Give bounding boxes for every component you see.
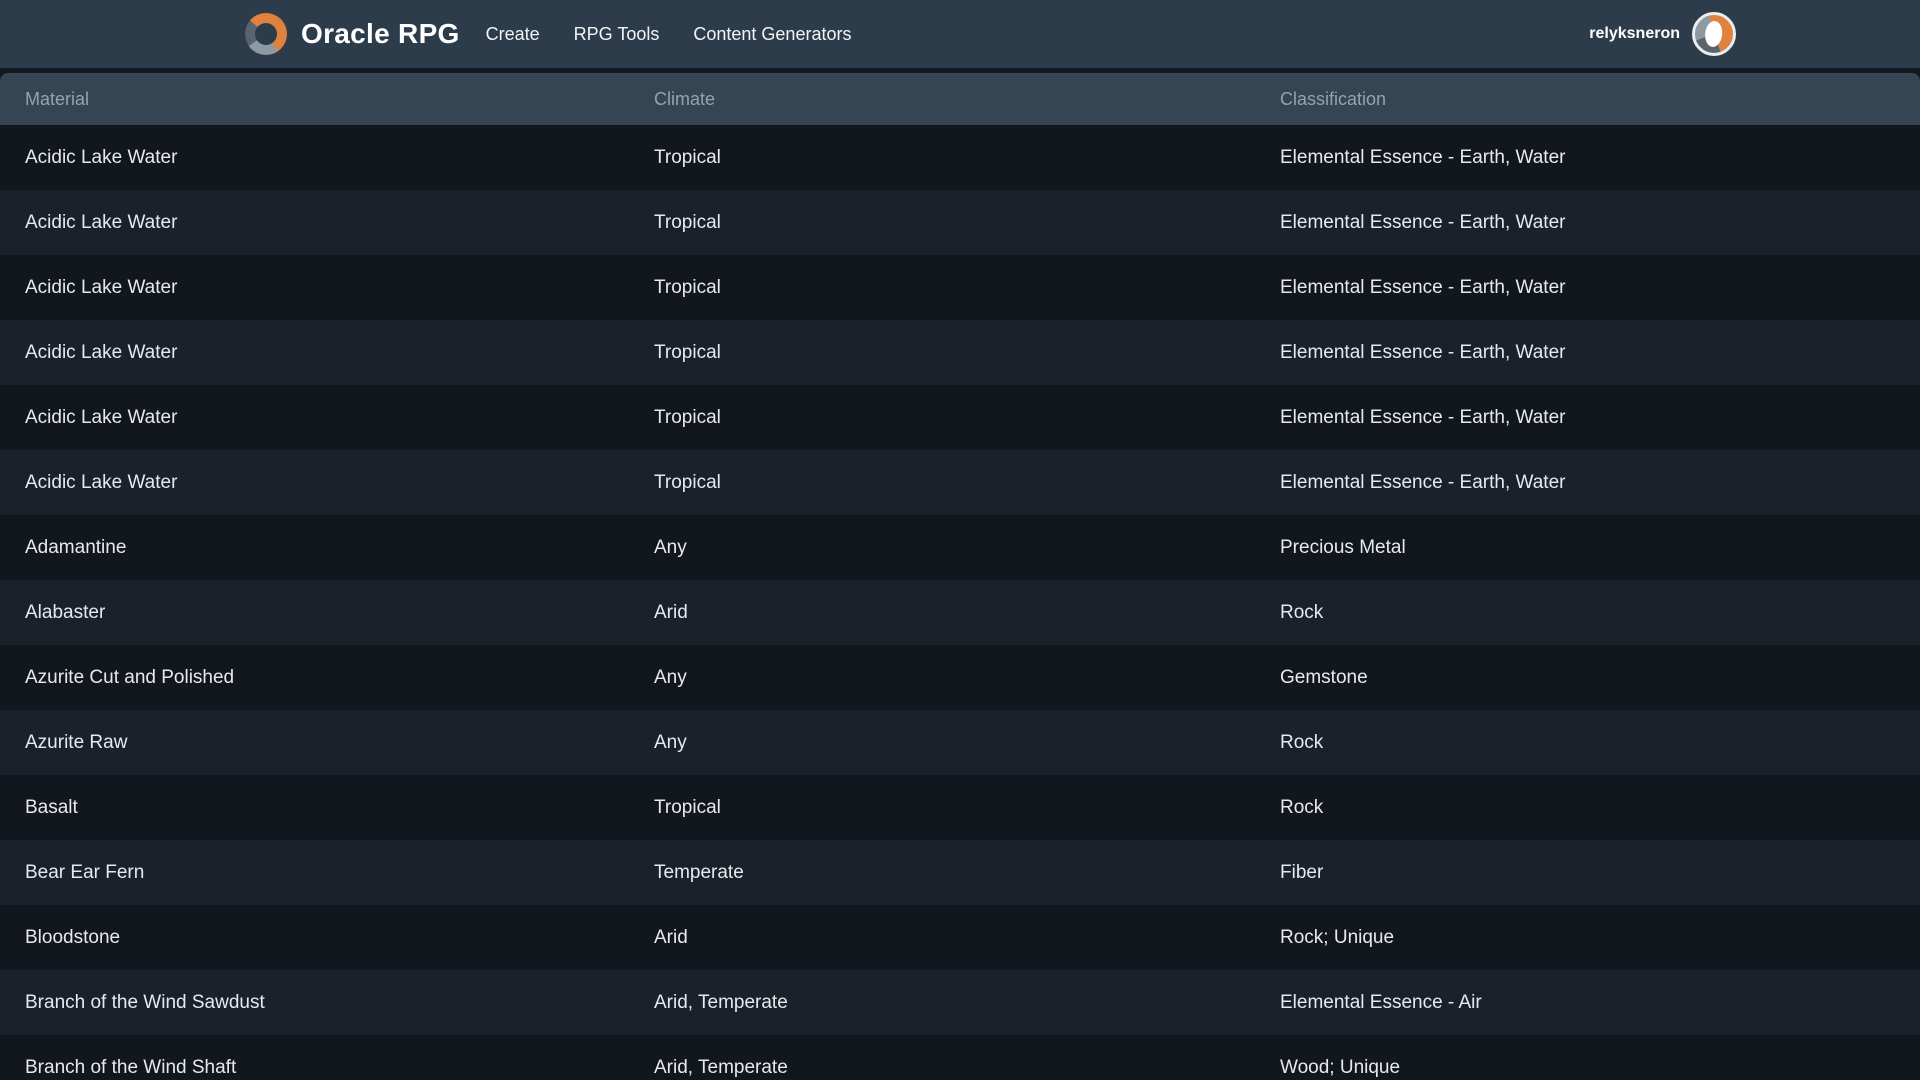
cell-material: Branch of the Wind Sawdust bbox=[0, 992, 629, 1014]
cell-classification: Elemental Essence - Earth, Water bbox=[1255, 342, 1920, 364]
user-menu[interactable]: relyksneron bbox=[1589, 12, 1736, 56]
cell-material: Basalt bbox=[0, 797, 629, 819]
table-row[interactable]: BloodstoneAridRock; Unique bbox=[0, 905, 1920, 970]
cell-classification: Rock bbox=[1255, 602, 1920, 624]
table-row[interactable]: Bear Ear FernTemperateFiber bbox=[0, 840, 1920, 905]
column-header-classification[interactable]: Classification bbox=[1255, 89, 1920, 110]
cell-material: Acidic Lake Water bbox=[0, 147, 629, 169]
cell-classification: Rock bbox=[1255, 732, 1920, 754]
cell-classification: Elemental Essence - Earth, Water bbox=[1255, 212, 1920, 234]
cell-classification: Elemental Essence - Earth, Water bbox=[1255, 472, 1920, 494]
cell-classification: Gemstone bbox=[1255, 667, 1920, 689]
cell-climate: Temperate bbox=[629, 862, 1255, 884]
cell-material: Bear Ear Fern bbox=[0, 862, 629, 884]
table-row[interactable]: Acidic Lake WaterTropicalElemental Essen… bbox=[0, 385, 1920, 450]
table-row[interactable]: Azurite RawAnyRock bbox=[0, 710, 1920, 775]
cell-material: Alabaster bbox=[0, 602, 629, 624]
cell-climate: Any bbox=[629, 537, 1255, 559]
brand-name: Oracle RPG bbox=[301, 18, 460, 50]
navbar-inner: Oracle RPG Create RPG Tools Content Gene… bbox=[245, 12, 1736, 56]
cell-climate: Tropical bbox=[629, 472, 1255, 494]
cell-climate: Any bbox=[629, 732, 1255, 754]
table-row[interactable]: AdamantineAnyPrecious Metal bbox=[0, 515, 1920, 580]
cell-climate: Tropical bbox=[629, 277, 1255, 299]
table-header-row: Material Climate Classification bbox=[0, 73, 1920, 125]
cell-climate: Any bbox=[629, 667, 1255, 689]
top-navbar: Oracle RPG Create RPG Tools Content Gene… bbox=[0, 0, 1920, 68]
cell-material: Acidic Lake Water bbox=[0, 472, 629, 494]
cell-material: Azurite Cut and Polished bbox=[0, 667, 629, 689]
materials-table: Material Climate Classification Acidic L… bbox=[0, 73, 1920, 1080]
username: relyksneron bbox=[1589, 25, 1680, 43]
cell-material: Branch of the Wind Shaft bbox=[0, 1057, 629, 1079]
nav-item-rpg-tools[interactable]: RPG Tools bbox=[574, 24, 660, 45]
cell-climate: Arid bbox=[629, 602, 1255, 624]
cell-classification: Precious Metal bbox=[1255, 537, 1920, 559]
cell-material: Azurite Raw bbox=[0, 732, 629, 754]
cell-classification: Elemental Essence - Earth, Water bbox=[1255, 277, 1920, 299]
cell-classification: Rock bbox=[1255, 797, 1920, 819]
cell-climate: Arid bbox=[629, 927, 1255, 949]
table-row[interactable]: Azurite Cut and PolishedAnyGemstone bbox=[0, 645, 1920, 710]
brand-home-link[interactable]: Oracle RPG bbox=[245, 13, 460, 55]
cell-material: Acidic Lake Water bbox=[0, 342, 629, 364]
table-row[interactable]: Acidic Lake WaterTropicalElemental Essen… bbox=[0, 450, 1920, 515]
cell-classification: Elemental Essence - Earth, Water bbox=[1255, 407, 1920, 429]
table-row[interactable]: Acidic Lake WaterTropicalElemental Essen… bbox=[0, 255, 1920, 320]
column-header-material[interactable]: Material bbox=[0, 89, 629, 110]
cell-climate: Tropical bbox=[629, 147, 1255, 169]
cell-climate: Arid, Temperate bbox=[629, 992, 1255, 1014]
cell-material: Bloodstone bbox=[0, 927, 629, 949]
table-row[interactable]: Acidic Lake WaterTropicalElemental Essen… bbox=[0, 125, 1920, 190]
table-row[interactable]: Branch of the Wind SawdustArid, Temperat… bbox=[0, 970, 1920, 1035]
nav-item-create[interactable]: Create bbox=[486, 24, 540, 45]
cell-climate: Tropical bbox=[629, 212, 1255, 234]
cell-classification: Elemental Essence - Earth, Water bbox=[1255, 147, 1920, 169]
cell-climate: Arid, Temperate bbox=[629, 1057, 1255, 1079]
user-avatar bbox=[1692, 12, 1736, 56]
cell-material: Acidic Lake Water bbox=[0, 407, 629, 429]
table-row[interactable]: Branch of the Wind ShaftArid, TemperateW… bbox=[0, 1035, 1920, 1080]
table-row[interactable]: BasaltTropicalRock bbox=[0, 775, 1920, 840]
cell-material: Adamantine bbox=[0, 537, 629, 559]
cell-classification: Rock; Unique bbox=[1255, 927, 1920, 949]
cell-classification: Wood; Unique bbox=[1255, 1057, 1920, 1079]
table-row[interactable]: Acidic Lake WaterTropicalElemental Essen… bbox=[0, 320, 1920, 385]
cell-climate: Tropical bbox=[629, 407, 1255, 429]
cell-classification: Fiber bbox=[1255, 862, 1920, 884]
table-row[interactable]: AlabasterAridRock bbox=[0, 580, 1920, 645]
cell-classification: Elemental Essence - Air bbox=[1255, 992, 1920, 1014]
table-body: Acidic Lake WaterTropicalElemental Essen… bbox=[0, 125, 1920, 1080]
oracle-rpg-logo-icon bbox=[245, 13, 287, 55]
cell-climate: Tropical bbox=[629, 797, 1255, 819]
column-header-climate[interactable]: Climate bbox=[629, 89, 1255, 110]
nav-item-content-generators[interactable]: Content Generators bbox=[693, 24, 851, 45]
nav-links: Create RPG Tools Content Generators bbox=[486, 24, 852, 45]
cell-climate: Tropical bbox=[629, 342, 1255, 364]
cell-material: Acidic Lake Water bbox=[0, 212, 629, 234]
table-row[interactable]: Acidic Lake WaterTropicalElemental Essen… bbox=[0, 190, 1920, 255]
cell-material: Acidic Lake Water bbox=[0, 277, 629, 299]
